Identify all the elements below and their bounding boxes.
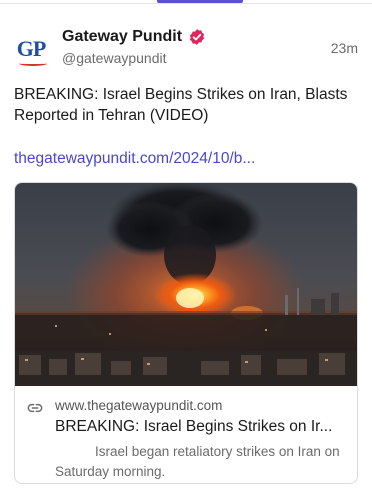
post-link[interactable]: thegatewaypundit.com/2024/10/b... <box>14 150 255 168</box>
card-meta[interactable]: www.thegatewaypundit.com BREAKING: Israe… <box>15 386 357 483</box>
post-text: BREAKING: Israel Begins Strikes on Iran,… <box>14 86 348 124</box>
author-name[interactable]: Gateway Pundit <box>62 28 182 46</box>
post-timestamp: 23m <box>330 40 358 56</box>
post[interactable]: GP Gateway Pundit @gatewaypundit 23m BRE… <box>0 4 372 500</box>
verified-badge-icon <box>189 29 205 45</box>
card-description: Israel began retaliatory strikes on Iran… <box>55 444 340 479</box>
card-title: BREAKING: Israel Begins Strikes on Ir... <box>55 418 333 435</box>
gateway-pundit-logo: GP <box>17 36 47 66</box>
card-image[interactable] <box>15 183 357 386</box>
link-preview-card[interactable]: www.thegatewaypundit.com BREAKING: Israe… <box>14 182 358 484</box>
avatar[interactable]: GP <box>12 30 50 68</box>
author-handle[interactable]: @gatewaypundit <box>62 50 167 66</box>
link-icon <box>27 403 43 413</box>
card-domain: www.thegatewaypundit.com <box>55 398 223 413</box>
